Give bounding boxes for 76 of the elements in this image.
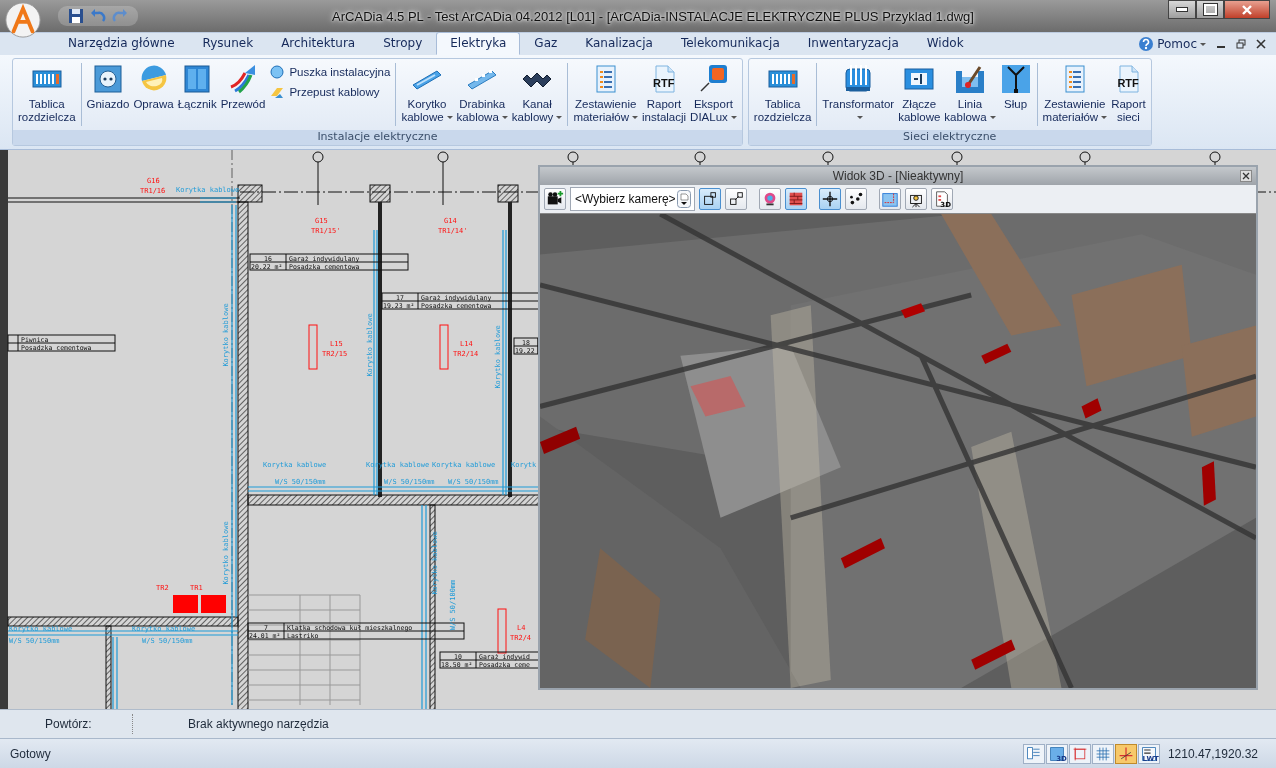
maximize-button[interactable] [1196, 0, 1224, 19]
restore-icon[interactable] [1236, 39, 1246, 49]
view-toggle-button[interactable] [845, 188, 867, 211]
ribbon-button[interactable]: Łącznik [175, 61, 219, 131]
ribbon-button[interactable]: RTF Raport sieci [1109, 61, 1148, 131]
ribbon-button[interactable]: Linia kablowa [942, 61, 998, 131]
ribbon-button[interactable]: Złącze kablowe [896, 61, 943, 131]
snap-icon [1071, 745, 1088, 762]
help-menu[interactable]: Pomoc [1157, 37, 1216, 51]
ribbon-button[interactable]: Słup [997, 61, 1034, 131]
group-title: Sieci elektryczne [748, 130, 1151, 146]
window-title: ArCADia 4.5 PL - Test ArCADia 04.2012 [L01] - [ArCADia-INSTALACJE ELEKTRYCZNE PLUS Przyklad 1.dwg] [331, 8, 975, 24]
status-toggle-button[interactable] [1114, 743, 1137, 764]
close-icon[interactable] [1256, 39, 1266, 49]
ribbon-small-button[interactable]: Puszka instalacyjna [267, 63, 393, 81]
junction-box-icon [269, 64, 286, 80]
ribbon-tab[interactable]: Inwentaryzacja [793, 32, 913, 55]
ribbon-tab[interactable]: Elektryka [436, 32, 521, 55]
ribbon-tab[interactable]: Rysunek [188, 32, 268, 55]
ribbon-tab[interactable]: Kanalizacja [571, 32, 667, 55]
ribbon-button[interactable]: Drabinka kablowa [454, 61, 510, 131]
help-icon[interactable] [1138, 36, 1155, 52]
group-title: Instalacje elektryczne [13, 130, 742, 146]
command-message: Brak aktywnego narzędzia [188, 716, 329, 731]
close-icon [1242, 172, 1250, 181]
dropdown-icon [677, 190, 691, 209]
ribbon-button[interactable]: Tablica rozdzielcza [16, 61, 78, 131]
ribbon-button[interactable]: Transformator [820, 61, 897, 131]
repeat-label: Powtórz: [44, 716, 93, 731]
minimize-button[interactable] [1168, 0, 1196, 19]
ribbon-button[interactable]: Kanał kablowy [509, 61, 565, 131]
ribbon-button[interactable]: RTF Raport instalacji [640, 61, 689, 131]
layers-icon [1025, 745, 1042, 762]
ribbon-button[interactable]: Gniazdo [84, 61, 132, 131]
view-toggle-button[interactable] [905, 188, 927, 211]
window-title: Widok 3D - [Nieaktywny] [832, 169, 964, 184]
move-icon [821, 190, 839, 209]
ribbon-tab[interactable]: Architektura [267, 32, 370, 55]
pole-icon [999, 63, 1032, 95]
ribbon-button[interactable]: Oprawa [131, 61, 176, 131]
ribbon-button[interactable]: Tablica rozdzielcza [751, 61, 814, 131]
status-toggle-button[interactable] [1091, 743, 1114, 764]
ortho-icon [1117, 745, 1134, 762]
plane-icon [881, 190, 899, 209]
save-icon[interactable] [68, 8, 84, 24]
coordinates-readout: 1210.47,1920.32 [1167, 746, 1258, 761]
close-button[interactable] [1240, 170, 1252, 183]
view-toggle-button[interactable] [699, 188, 721, 211]
close-icon [1241, 3, 1253, 16]
caret-icon [1200, 43, 1206, 46]
view-toggle-button[interactable] [725, 188, 747, 211]
status-text: Gotowy [10, 746, 51, 761]
socket-icon [91, 63, 124, 95]
status-toggle-button[interactable] [1022, 743, 1045, 764]
ribbon-tab[interactable]: Widok [912, 32, 978, 55]
ribbon-button[interactable]: Przewód [218, 61, 268, 131]
ribbon-button[interactable]: Korytko kablowe [399, 61, 455, 131]
view-toggle-button[interactable] [879, 188, 901, 211]
ribbon-small-button[interactable]: Przepust kablowy [267, 83, 393, 101]
view-toggle-button[interactable] [785, 188, 807, 211]
ribbon-tab[interactable]: Stropy [369, 32, 437, 55]
app-logo-icon[interactable] [4, 1, 42, 39]
view-toggle-button[interactable] [819, 188, 841, 211]
add-camera-button[interactable] [544, 188, 566, 211]
ribbon-tab[interactable]: Telekomunikacja [666, 32, 794, 55]
ribbon-tab[interactable]: Narzędzia główne [54, 32, 189, 55]
camera-dropdown[interactable]: <Wybierz kamerę> [570, 187, 695, 212]
ribbon-button[interactable]: Eksport DIALux [688, 61, 739, 131]
ribbon-tab[interactable]: Gaz [520, 32, 572, 55]
view-toggle-button[interactable] [759, 188, 781, 211]
status-toggle-button[interactable] [1068, 743, 1091, 764]
grid-icon [1094, 745, 1111, 762]
ribbon-button[interactable]: Zestawienie materiałów [1040, 61, 1110, 131]
close-button[interactable] [1224, 0, 1270, 19]
ribbon-button[interactable]: Zestawienie materiałów [571, 61, 640, 131]
document-icon [933, 190, 951, 209]
